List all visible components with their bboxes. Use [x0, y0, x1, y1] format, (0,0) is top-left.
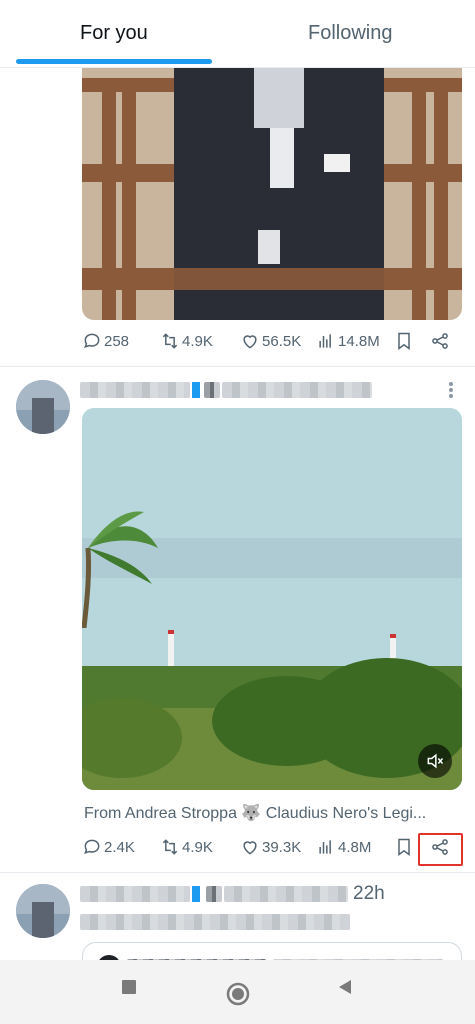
active-tab-indicator [16, 59, 212, 64]
post2-author-name-redacted [80, 382, 190, 398]
mute-button[interactable] [418, 744, 452, 778]
like-button[interactable]: 39.3K [240, 837, 301, 857]
nav-home-button[interactable] [226, 982, 250, 1011]
nav-back-button[interactable] [336, 978, 354, 1001]
system-navigation-bar [0, 960, 475, 1024]
post3-handle-redacted [224, 886, 348, 902]
share-button-highlight [418, 833, 463, 866]
like-icon [243, 841, 257, 855]
like-button[interactable]: 56.5K [240, 331, 301, 351]
launch-tower [168, 630, 174, 666]
like-count: 56.5K [262, 332, 302, 350]
post3-avatar[interactable] [16, 884, 70, 938]
repost-icon [162, 333, 178, 349]
bookmark-icon [398, 332, 410, 350]
reply-button[interactable]: 258 [82, 331, 129, 351]
timeline-tabs: For you Following [0, 0, 475, 68]
post1-actions: 258 4.9K 56.5K 14.8M [82, 331, 462, 357]
reply-count: 2.4K [104, 838, 135, 856]
nav-back-icon [339, 980, 351, 994]
post2-video[interactable] [82, 408, 462, 790]
post-divider [0, 366, 475, 367]
reply-count: 258 [104, 332, 130, 350]
verified-badge [192, 886, 200, 902]
views-button[interactable]: 4.8M [316, 837, 371, 857]
share-icon [432, 333, 448, 349]
tab-for-you[interactable]: For you [80, 22, 148, 45]
nav-recents-button[interactable] [120, 978, 138, 1001]
post2-more-icon[interactable] [448, 380, 454, 400]
post3-text-redacted [80, 914, 350, 930]
post2-handle-redacted [222, 382, 372, 398]
like-count: 39.3K [262, 838, 302, 856]
post2-avatar[interactable] [16, 380, 70, 434]
reply-button[interactable]: 2.4K [82, 837, 135, 857]
bookmark-icon [398, 838, 410, 856]
reply-icon [84, 839, 100, 855]
views-count: 4.8M [338, 838, 372, 856]
post3-timestamp: 22h [353, 883, 385, 904]
repost-button[interactable]: 4.9K [160, 331, 213, 351]
post1-image[interactable] [82, 68, 462, 320]
views-icon [319, 840, 331, 854]
views-icon [319, 334, 331, 348]
palm-tree [82, 511, 158, 628]
views-count: 14.8M [338, 332, 380, 350]
redacted-block [204, 382, 220, 398]
post3-author-name-redacted [80, 886, 190, 902]
views-button[interactable]: 14.8M [316, 331, 380, 351]
like-icon [243, 335, 257, 349]
repost-icon [162, 839, 178, 855]
bookmark-button[interactable] [394, 331, 414, 351]
nav-recents-icon [122, 980, 136, 994]
nav-home-icon [226, 982, 250, 1006]
repost-button[interactable]: 4.9K [160, 837, 213, 857]
repost-count: 4.9K [182, 838, 213, 856]
reply-icon [84, 333, 100, 349]
verified-badge [192, 382, 200, 398]
share-button[interactable] [430, 331, 450, 351]
bookmark-button[interactable] [394, 837, 414, 857]
post-divider [0, 872, 475, 873]
mute-icon [427, 753, 444, 769]
tab-following[interactable]: Following [308, 22, 392, 45]
redacted-block [206, 886, 222, 902]
post2-actions: 2.4K 4.9K 39.3K 4.8M [82, 837, 462, 863]
video-source-attribution[interactable]: From Andrea Stroppa 🐺 Claudius Nero's Le… [84, 803, 426, 823]
repost-count: 4.9K [182, 332, 213, 350]
